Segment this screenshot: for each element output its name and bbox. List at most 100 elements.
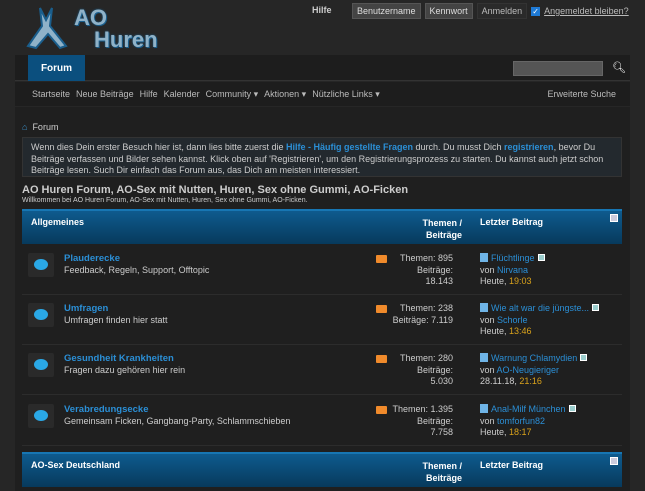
last-post-date: Heute, (480, 326, 510, 336)
faq-link[interactable]: Hilfe - Häufig gestellte Fragen (286, 142, 413, 152)
topics-count: Themen: 1.395 (392, 404, 453, 414)
forum-name[interactable]: Gesundheit Krankheiten (64, 353, 174, 364)
forum-row: Umfragen Umfragen finden hier statt Them… (22, 295, 622, 345)
help-link[interactable]: Hilfe (312, 5, 332, 15)
forum-stats: Themen: 895 Beiträge: 18.143 (392, 253, 453, 288)
search-icon[interactable]: 🔍︎ (612, 61, 626, 74)
go-to-post-icon[interactable] (537, 254, 545, 261)
last-post-title[interactable]: Wie alt war die jüngste... (491, 303, 589, 313)
forum-stats: Themen: 280 Beiträge: 5.030 (392, 353, 453, 388)
subnav-hilfe[interactable]: Hilfe (140, 89, 158, 99)
notice-text: Wenn dies Dein erster Besuch hier ist, d… (31, 142, 286, 152)
register-link[interactable]: registrieren (504, 142, 554, 152)
rss-icon[interactable] (376, 255, 387, 263)
forum-desc: Fragen dazu gehören hier rein (64, 365, 186, 375)
by-label: von (480, 314, 498, 325)
last-post-date: Heute, (480, 427, 510, 437)
forum-row: Plauderecke Feedback, Regeln, Support, O… (22, 245, 622, 295)
by-label: von (480, 364, 497, 375)
subnav-community[interactable]: Community ▾ (206, 89, 259, 100)
tab-forum[interactable]: Forum (28, 55, 85, 81)
last-post-title[interactable]: Anal-Milf München (491, 404, 566, 414)
col-posts: Beiträge (425, 473, 462, 483)
category-title[interactable]: Allgemeines (31, 217, 84, 227)
rss-icon[interactable] (376, 406, 387, 414)
remember-label[interactable]: Angemeldet bleiben? (544, 6, 629, 16)
sub-nav: Startseite Neue Beiträge Hilfe Kalender … (15, 82, 630, 106)
breadcrumb-forum[interactable]: Forum (32, 122, 58, 132)
notice-text: durch. Du musst Dich (413, 142, 505, 152)
category-header: AO-Sex Deutschland Themen / Beiträge Letz… (22, 452, 622, 487)
last-post-title[interactable]: Warnung Chlamydien (491, 353, 577, 363)
forum-name[interactable]: Plauderecke (64, 253, 120, 264)
category-header: Allgemeines Themen / Beiträge Letzter Bei… (22, 209, 622, 244)
page-title: AO Huren Forum, AO-Sex mit Nutten, Huren… (22, 184, 409, 196)
col-last-post: Letzter Beitrag (480, 460, 544, 470)
posts-count: Beiträge: 7.119 (392, 314, 453, 325)
go-to-post-icon[interactable] (568, 405, 576, 412)
topics-count: Themen: 238 (399, 303, 453, 313)
forum-row: Gesundheit Krankheiten Fragen dazu gehör… (22, 345, 622, 395)
subnav-nuetzliche-links[interactable]: Nützliche Links ▾ (312, 89, 380, 100)
go-to-post-icon[interactable] (580, 354, 588, 361)
category-title[interactable]: AO-Sex Deutschland (31, 460, 120, 470)
subnav-kalender[interactable]: Kalender (164, 89, 200, 99)
last-post-date: Heute, (480, 276, 510, 286)
subnav-neue-beitraege[interactable]: Neue Beiträge (76, 89, 134, 99)
login-button[interactable]: Anmelden (476, 3, 528, 19)
rss-icon[interactable] (376, 305, 387, 313)
home-icon[interactable]: ⌂ (22, 122, 27, 132)
col-last-post: Letzter Beitrag (480, 217, 544, 227)
col-topics: Themen / (422, 461, 462, 471)
advanced-search-link[interactable]: Erweiterte Suche (547, 89, 616, 99)
forum-icon (28, 353, 54, 377)
topics-count: Themen: 280 (399, 353, 453, 363)
logo-figure-icon (26, 7, 68, 50)
rss-icon[interactable] (376, 355, 387, 363)
forum-stats: Themen: 1.395 Beiträge: 7.758 (392, 404, 453, 439)
forum-name[interactable]: Umfragen (64, 303, 108, 314)
collapse-icon[interactable] (610, 457, 618, 465)
post-icon (480, 404, 488, 413)
last-post-time: 19:03 (509, 276, 532, 286)
last-post: Flüchtlinge von Nirvana Heute, 19:03 (480, 253, 545, 288)
posts-count: Beiträge: 5.030 (416, 364, 453, 387)
breadcrumb: ⌂ Forum (22, 122, 58, 132)
last-post-time: 21:16 (519, 376, 542, 386)
forum-icon (28, 253, 54, 277)
posts-count: Beiträge: (416, 264, 453, 275)
posts-count: Beiträge: 7.758 (416, 415, 453, 438)
by-label: von (480, 264, 498, 275)
last-post-user[interactable]: tomforfun82 (497, 416, 545, 426)
welcome-notice: Wenn dies Dein erster Besuch hier ist, d… (22, 137, 622, 177)
main-nav: Forum 🔍︎ (15, 55, 630, 81)
last-post-user[interactable]: AO-Neugieriger (497, 365, 560, 375)
col-topics-posts: Themen / Beiträge (414, 217, 462, 241)
forum-name[interactable]: Verabredungsecke (64, 404, 149, 415)
password-input[interactable]: Kennwort (424, 3, 473, 19)
col-posts: Beiträge (425, 230, 462, 240)
subnav-aktionen[interactable]: Aktionen ▾ (264, 89, 306, 100)
search-input[interactable] (513, 61, 603, 76)
site-logo[interactable]: AO Huren (22, 2, 182, 54)
forum-desc: Feedback, Regeln, Support, Offtopic (64, 265, 210, 275)
last-post: Wie alt war die jüngste... von Schorle H… (480, 303, 600, 338)
last-post-user[interactable]: Schorle (497, 315, 528, 325)
topics-count: Themen: 895 (399, 253, 453, 263)
collapse-icon[interactable] (610, 214, 618, 222)
forum-stats: Themen: 238 Beiträge: 7.119 (392, 303, 453, 326)
username-input[interactable]: Benutzername (352, 3, 421, 19)
last-post-title[interactable]: Flüchtlinge (491, 253, 535, 263)
col-topics: Themen / (422, 218, 462, 228)
last-post-user[interactable]: Nirvana (497, 265, 528, 275)
forum-icon (28, 404, 54, 428)
col-topics-posts: Themen / Beiträge (414, 460, 462, 484)
remember-checkbox[interactable]: ✓ (531, 6, 541, 16)
last-post-time: 13:46 (509, 326, 532, 336)
go-to-post-icon[interactable] (592, 304, 600, 311)
last-post-date: 28.11.18, (480, 376, 520, 386)
subnav-startseite[interactable]: Startseite (32, 89, 70, 99)
forum-desc: Umfragen finden hier statt (64, 315, 168, 325)
forum-icon (28, 303, 54, 327)
last-post: Anal-Milf München von tomforfun82 Heute,… (480, 404, 576, 439)
